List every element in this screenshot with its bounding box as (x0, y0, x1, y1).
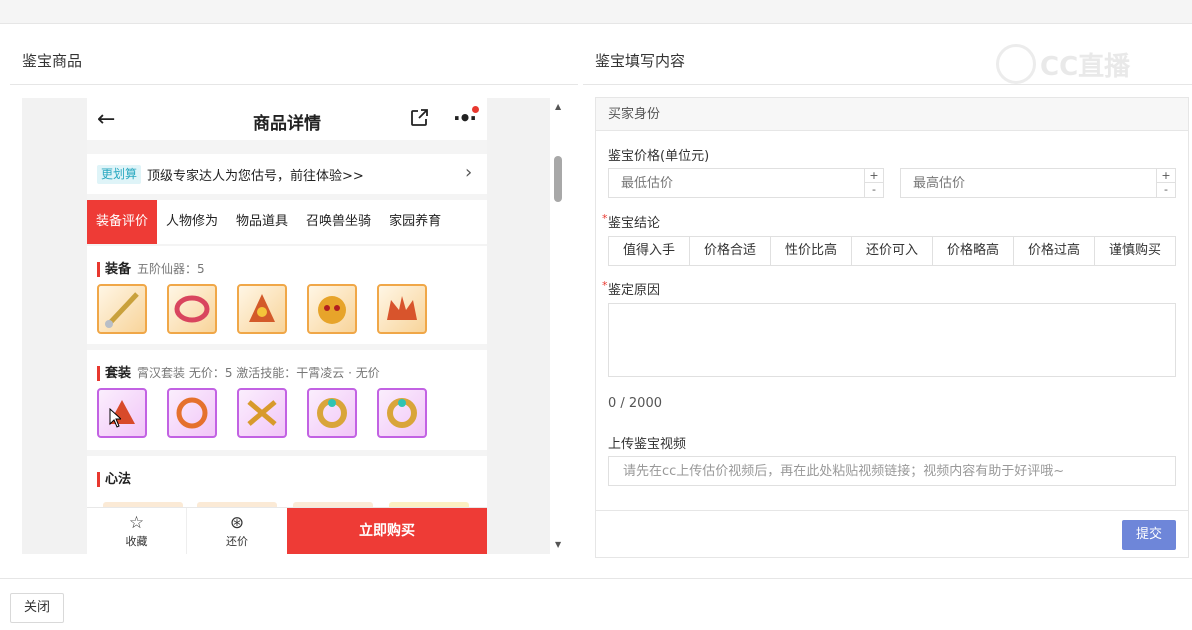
scroll-down-icon[interactable]: ▼ (555, 540, 561, 549)
max-price-decrement[interactable]: - (1156, 183, 1175, 197)
conclusion-good-value[interactable]: 性价比高 (771, 237, 852, 265)
favorite-button[interactable]: ☆ 收藏 (87, 508, 187, 554)
phone-screen: ← 商品详情 ·•· 更划算 顶级专家达人为您估号，前往体验>> › 装备评价 … (87, 98, 487, 554)
watermark-logo: CC直播 (996, 44, 1156, 84)
right-section-title: 鉴宝填写内容 (595, 52, 686, 70)
set-item-1-icon[interactable] (97, 388, 147, 438)
buyer-identity-heading: 买家身份 (596, 98, 1188, 131)
equipment-title: 装备 (97, 262, 132, 277)
appraisal-form: 买家身份 鉴宝价格(单位元) + - + - *鉴宝结论 值得入手 价格合适 性… (595, 97, 1189, 558)
tab-summons[interactable]: 召唤兽坐骑 (297, 200, 380, 244)
item-armor-icon[interactable] (167, 284, 217, 334)
min-price-increment[interactable]: + (864, 169, 883, 183)
footer-divider (0, 578, 1192, 579)
left-section-title: 鉴宝商品 (22, 52, 83, 70)
share-icon[interactable] (409, 108, 429, 128)
reason-textarea[interactable] (608, 303, 1176, 377)
notification-dot (472, 106, 479, 113)
equipment-heading: 装备 五阶仙器：5 (97, 258, 205, 277)
banner-text: 顶级专家达人为您估号，前往体验>> (147, 169, 364, 184)
set-title: 套装 (97, 366, 132, 381)
equipment-card: 装备 五阶仙器：5 (87, 246, 487, 344)
set-item-4-icon[interactable] (307, 388, 357, 438)
equipment-sub: 五阶仙器：5 (137, 262, 205, 276)
bargain-label: 还价 (226, 535, 248, 548)
product-preview[interactable]: ← 商品详情 ·•· 更划算 顶级专家达人为您估号，前往体验>> › 装备评价 … (22, 98, 550, 554)
submit-button[interactable]: 提交 (1122, 520, 1176, 550)
favorite-label: 收藏 (125, 535, 148, 548)
max-price-input[interactable] (901, 169, 1157, 197)
required-mark: * (602, 212, 608, 225)
price-label: 鉴宝价格(单位元) (608, 149, 710, 164)
form-footer: 提交 (596, 510, 1188, 558)
set-heading: 套装 霄汉套装 无价：5 激活技能：干霄凌云 · 无价 (97, 362, 380, 381)
scroll-up-icon[interactable]: ▲ (555, 102, 561, 111)
video-label: 上传鉴宝视频 (608, 437, 687, 452)
phone-bottom-bar: ☆ 收藏 ⊛ 还价 立即购买 (87, 507, 487, 554)
char-counter: 0 / 2000 (608, 396, 662, 411)
mouse-cursor-icon (109, 408, 121, 428)
min-price-decrement[interactable]: - (864, 183, 883, 197)
tab-items[interactable]: 物品道具 (227, 200, 297, 244)
top-bar (0, 0, 1192, 24)
set-card: 套装 霄汉套装 无价：5 激活技能：干霄凌云 · 无价 (87, 350, 487, 450)
conclusion-slightly-high[interactable]: 价格略高 (933, 237, 1014, 265)
phone-header: ← 商品详情 ·•· (87, 98, 487, 140)
tab-equipment[interactable]: 装备评价 (87, 200, 158, 244)
reason-label: * 鉴定原因 (602, 279, 661, 298)
set-sub: 霄汉套装 无价：5 激活技能：干霄凌云 · 无价 (137, 366, 380, 380)
scroll-thumb[interactable] (554, 156, 562, 202)
conclusion-too-high[interactable]: 价格过高 (1014, 237, 1095, 265)
video-link-input[interactable] (608, 456, 1176, 486)
xinfa-heading: 心法 (97, 468, 137, 487)
cc-logo-icon (996, 44, 1036, 84)
banner-tag: 更划算 (97, 165, 142, 184)
conclusion-bargain-ok[interactable]: 还价可入 (852, 237, 933, 265)
set-item-5-icon[interactable] (377, 388, 427, 438)
conclusion-fair-price[interactable]: 价格合适 (690, 237, 771, 265)
max-price-increment[interactable]: + (1156, 169, 1175, 183)
item-mask-icon[interactable] (307, 284, 357, 334)
xinfa-title: 心法 (97, 472, 132, 487)
buy-now-button[interactable]: 立即购买 (287, 508, 487, 554)
max-price-stepper: + - (900, 168, 1176, 198)
appraisal-banner[interactable]: 更划算 顶级专家达人为您估号，前往体验>> › (87, 154, 487, 194)
set-item-2-icon[interactable] (167, 388, 217, 438)
bargain-button[interactable]: ⊛ 还价 (187, 508, 287, 554)
set-item-3-icon[interactable] (237, 388, 287, 438)
close-button[interactable]: 关闭 (10, 593, 64, 623)
yuan-coin-icon: ⊛ (229, 513, 245, 533)
preview-scrollbar[interactable]: ▲ ▼ (550, 98, 566, 554)
chevron-right-icon: › (465, 162, 473, 183)
phone-tabs: 装备评价 人物修为 物品道具 召唤兽坐骑 家园养育 (87, 200, 487, 244)
tab-homestead[interactable]: 家园养育 (380, 200, 450, 244)
watermark-text: CC直播 (1040, 51, 1131, 82)
right-divider (583, 84, 1192, 85)
item-crown-icon[interactable] (377, 284, 427, 334)
item-sword-icon[interactable] (97, 284, 147, 334)
tab-character[interactable]: 人物修为 (157, 200, 227, 244)
required-mark: * (602, 279, 608, 292)
conclusion-options: 值得入手 价格合适 性价比高 还价可入 价格略高 价格过高 谨慎购买 (608, 236, 1176, 266)
min-price-stepper: + - (608, 168, 884, 198)
conclusion-worth-buying[interactable]: 值得入手 (609, 237, 690, 265)
item-helmet-icon[interactable] (237, 284, 287, 334)
min-price-input[interactable] (609, 169, 865, 197)
conclusion-label: * 鉴宝结论 (602, 212, 661, 231)
star-icon: ☆ (128, 513, 145, 533)
conclusion-buy-cautiously[interactable]: 谨慎购买 (1095, 237, 1175, 265)
left-divider (10, 84, 578, 85)
